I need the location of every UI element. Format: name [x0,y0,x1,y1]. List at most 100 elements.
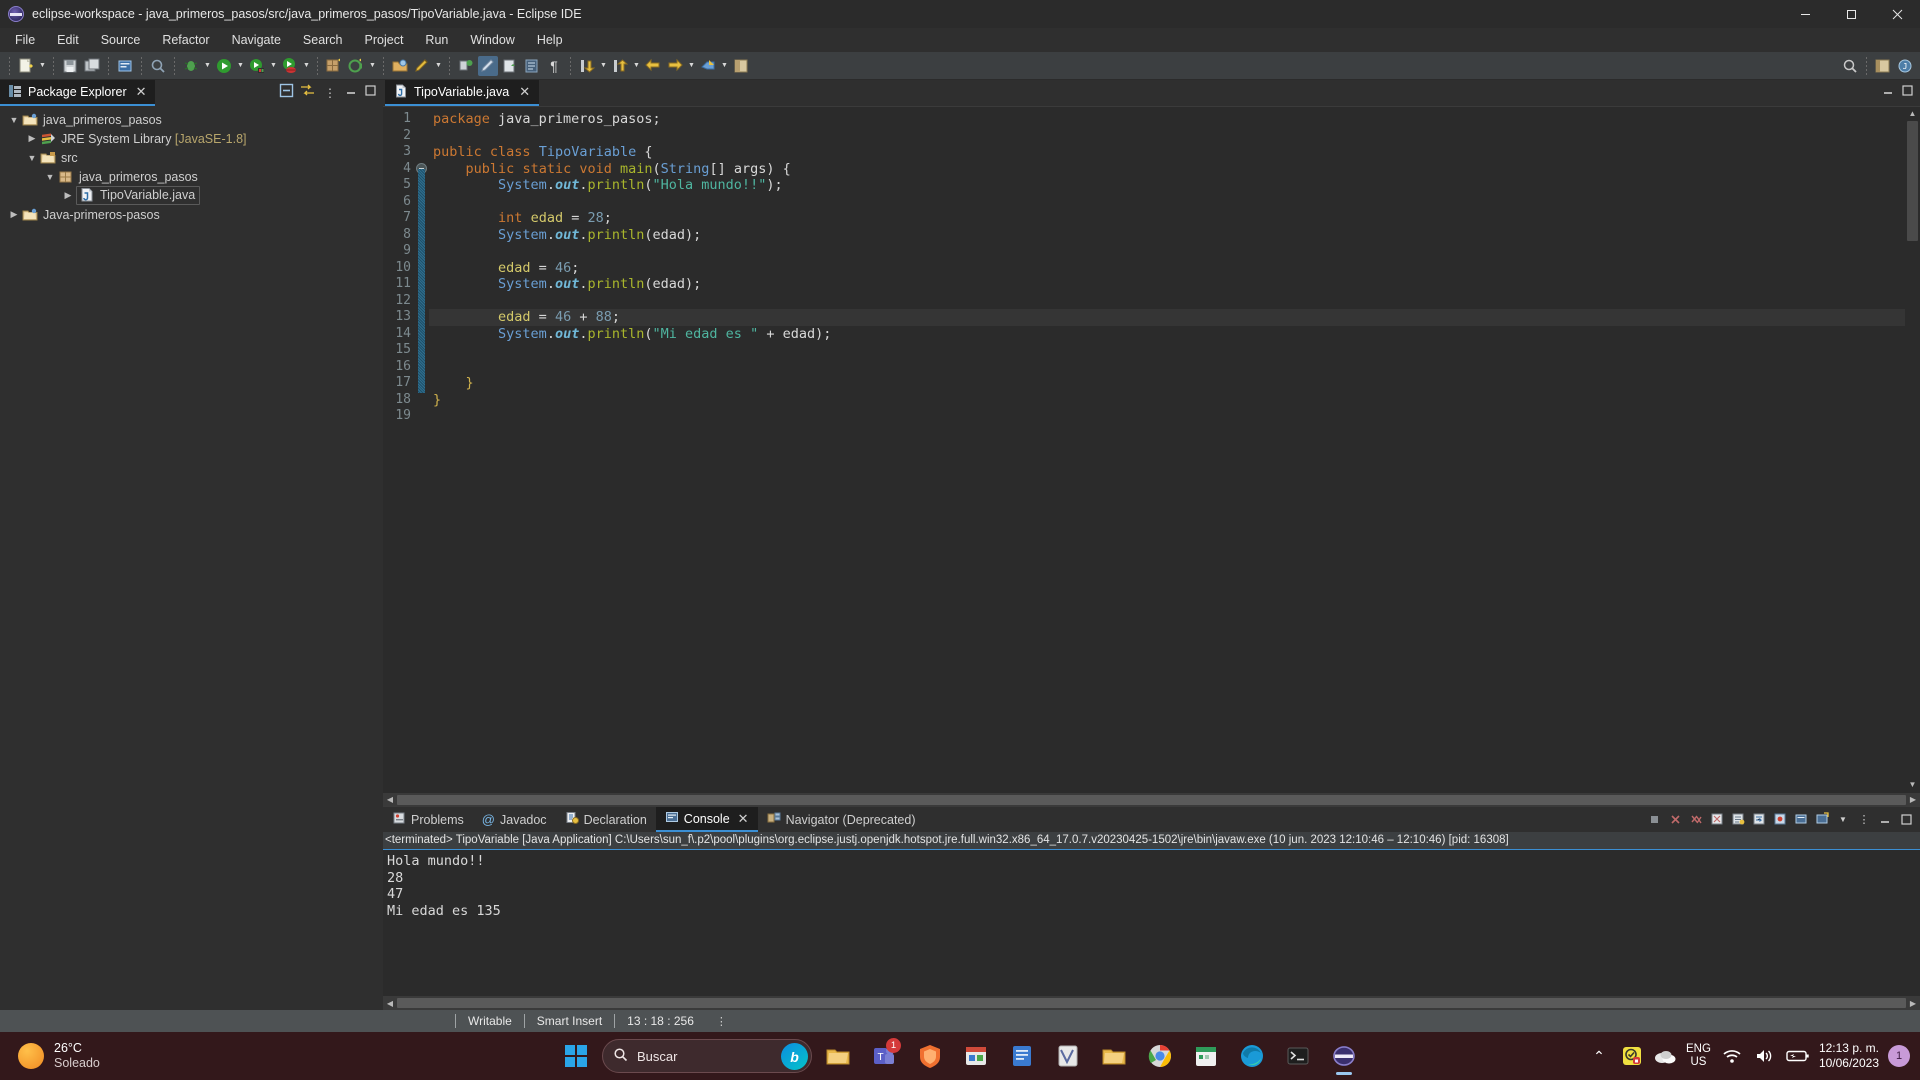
new-class-icon[interactable] [346,56,366,76]
scroll-right-icon[interactable]: ▶ [1906,795,1920,804]
new-class-dropdown-icon[interactable]: ▼ [367,56,378,76]
console-hscroll-track[interactable] [397,996,1906,1010]
vscroll-track[interactable] [1905,121,1920,778]
eclipse-ide-icon[interactable] [1324,1036,1364,1076]
microsoft-store-icon[interactable] [956,1036,996,1076]
code-line[interactable]: } [429,392,1905,409]
display-selected-console-icon[interactable] [1792,811,1810,829]
remove-launch-icon[interactable] [1666,811,1684,829]
last-edit-location-icon[interactable] [698,56,718,76]
search-declarations-icon[interactable] [148,56,168,76]
chevron-right-icon[interactable]: ▶ [60,190,76,201]
tree-item-src[interactable]: ▼ src [0,148,383,167]
clock[interactable]: 12:13 p. m. 10/06/2023 [1819,1041,1879,1071]
debug-dropdown-icon[interactable]: ▼ [202,56,213,76]
scroll-left-icon[interactable]: ◀ [383,999,397,1008]
chevron-down-icon[interactable]: ▼ [24,153,40,163]
language-indicator[interactable]: ENG US [1686,1043,1711,1069]
folding-column[interactable] [415,107,429,792]
chevron-right-icon[interactable]: ▶ [6,209,22,220]
code-line[interactable]: public class TipoVariable { [429,144,1905,161]
new-wizard-dropdown-icon[interactable]: ▼ [37,56,48,76]
hscroll-thumb[interactable] [397,794,1906,805]
notes-app-icon[interactable] [1002,1036,1042,1076]
open-type-icon[interactable] [390,56,410,76]
scroll-left-icon[interactable]: ◀ [383,795,397,804]
tree-item-tipovariable-java[interactable]: ▶ TipoVariable.java [0,186,383,205]
new-wizard-icon[interactable] [16,56,36,76]
microsoft-edge-icon[interactable] [1232,1036,1272,1076]
code-line[interactable] [429,359,1905,376]
code-line[interactable]: package java_primeros_pasos; [429,111,1905,128]
chevron-down-icon[interactable]: ▼ [1834,811,1852,829]
run-icon[interactable] [214,56,234,76]
code-editor[interactable]: 1 2 3 4 5 6 7 8 9 10 11 12 13 14 15 16 17 18 19 package ja… [383,106,1920,792]
code-line[interactable] [429,408,1905,425]
tab-navigator[interactable]: Navigator (Deprecated) [758,807,925,832]
code-line[interactable]: int edad = 28; [429,210,1905,227]
save-all-icon[interactable] [82,56,102,76]
terminal-icon[interactable] [1278,1036,1318,1076]
minimize-icon[interactable] [345,84,358,102]
coverage-icon[interactable] [280,56,300,76]
vscroll-thumb[interactable] [1907,121,1918,241]
code-line[interactable]: System.out.println(edad); [429,276,1905,293]
open-console-icon[interactable] [1813,811,1831,829]
history-dropdown-icon[interactable]: ▼ [719,56,730,76]
menu-window[interactable]: Window [459,30,525,50]
edit-dropdown-icon[interactable]: ▼ [433,56,444,76]
coverage-dropdown-icon[interactable]: ▼ [301,56,312,76]
code-line[interactable]: System.out.println("Mi edad es " + edad)… [429,326,1905,343]
menu-file[interactable]: File [4,30,46,50]
debug-icon[interactable] [181,56,201,76]
onedrive-icon[interactable] [1653,1044,1677,1068]
google-chrome-icon[interactable] [1140,1036,1180,1076]
collapse-all-icon[interactable] [279,83,294,103]
tab-tipovariable-java[interactable]: TipoVariable.java ✕ [385,80,540,106]
console-horizontal-scrollbar[interactable]: ◀ ▶ [383,996,1920,1010]
maximize-button[interactable] [1828,0,1874,28]
code-line[interactable]: public static void main(String[] args) { [429,161,1905,178]
next-annotation-dropdown-icon[interactable]: ▼ [598,56,609,76]
open-perspective-icon[interactable] [731,56,751,76]
tree-item-package-java-primeros-pasos[interactable]: ▼ java_primeros_pasos [0,167,383,186]
menu-project[interactable]: Project [354,30,415,50]
maximize-icon[interactable] [1901,84,1914,102]
remove-all-launches-icon[interactable] [1687,811,1705,829]
run-dropdown-icon[interactable]: ▼ [235,56,246,76]
open-task-icon[interactable] [500,56,520,76]
code-line[interactable] [429,342,1905,359]
forward-dropdown-icon[interactable]: ▼ [686,56,697,76]
editor-horizontal-scrollbar[interactable]: ◀ ▶ [383,792,1920,807]
menu-navigate[interactable]: Navigate [221,30,292,50]
minimize-button[interactable] [1782,0,1828,28]
terminate-icon[interactable] [1645,811,1663,829]
view-menu-icon[interactable]: ⋮ [1855,811,1873,829]
code-line[interactable]: edad = 46 + 88; [429,309,1905,326]
code-line[interactable]: System.out.println(edad); [429,227,1905,244]
calendar-app-icon[interactable] [1186,1036,1226,1076]
package-explorer-tree[interactable]: ▼ java_primeros_pasos ▶ JRE System Libra… [0,106,383,1010]
chevron-down-icon[interactable]: ▼ [6,115,22,125]
tree-item-java-primeros-pasos-project[interactable]: ▼ java_primeros_pasos [0,110,383,129]
volume-icon[interactable] [1753,1044,1777,1068]
clear-console-icon[interactable] [1708,811,1726,829]
minimize-icon[interactable] [1876,811,1894,829]
pilcrow-icon[interactable]: ¶ [544,56,564,76]
word-wrap-icon[interactable] [1750,811,1768,829]
menu-search[interactable]: Search [292,30,354,50]
code-line[interactable]: edad = 46; [429,260,1905,277]
battery-icon[interactable] [1786,1044,1810,1068]
tree-item-jre-system-library[interactable]: ▶ JRE System Library [JavaSE-1.8] [0,129,383,148]
java-ee-perspective-icon[interactable]: J [1895,56,1915,76]
console-hscroll-thumb[interactable] [397,998,1906,1008]
chevron-down-icon[interactable]: ▼ [42,172,58,182]
tab-javadoc[interactable]: @ Javadoc [473,807,556,832]
scroll-up-icon[interactable]: ▲ [1909,107,1917,121]
weather-widget[interactable]: 26°C Soleado [0,1041,100,1071]
close-icon[interactable]: ✕ [519,84,530,100]
show-hidden-icons-icon[interactable]: ⌃ [1587,1044,1611,1068]
menu-run[interactable]: Run [414,30,459,50]
scroll-lock-icon[interactable] [1729,811,1747,829]
previous-annotation-icon[interactable] [610,56,630,76]
